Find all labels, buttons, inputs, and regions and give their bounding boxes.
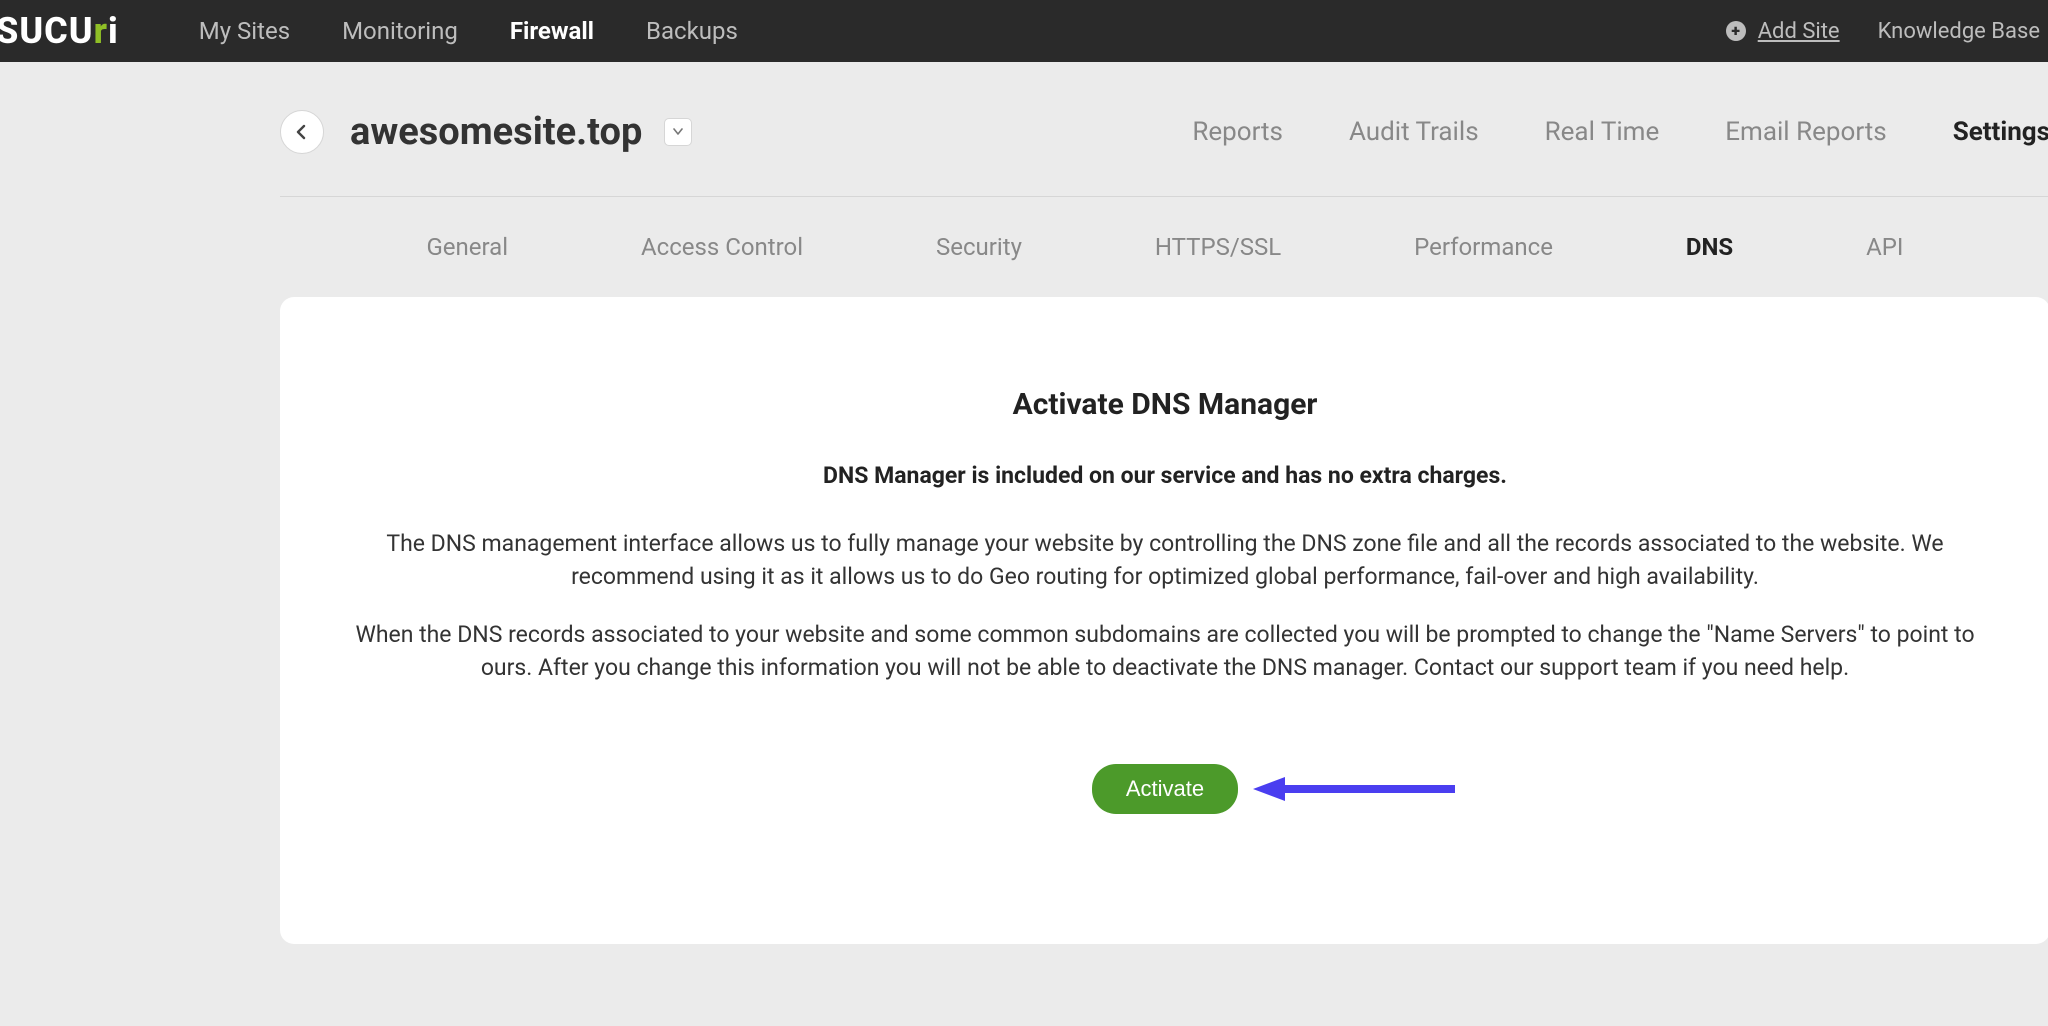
primary-nav: My Sites Monitoring Firewall Backups bbox=[199, 17, 738, 45]
panel-heading: Activate DNS Manager bbox=[340, 387, 1990, 422]
nav-firewall[interactable]: Firewall bbox=[510, 17, 594, 45]
tab-settings[interactable]: Settings bbox=[1953, 117, 2048, 147]
tab-audit-trails[interactable]: Audit Trails bbox=[1349, 117, 1479, 147]
annotation-arrow-icon bbox=[1245, 771, 1465, 807]
brand-logo: SUCUri bbox=[0, 10, 139, 52]
back-button[interactable] bbox=[280, 110, 324, 154]
subtab-security[interactable]: Security bbox=[936, 233, 1022, 261]
plus-icon: + bbox=[1726, 21, 1746, 41]
activate-button[interactable]: Activate bbox=[1092, 764, 1238, 814]
top-right-actions: + Add Site Knowledge Base bbox=[1726, 19, 2048, 44]
brand-text-a: SUCU bbox=[0, 10, 94, 52]
knowledge-base-link[interactable]: Knowledge Base bbox=[1878, 19, 2040, 44]
site-dropdown-trigger[interactable] bbox=[664, 118, 692, 146]
site-domain-title: awesomesite.top bbox=[350, 110, 642, 154]
brand-text-c: i bbox=[108, 10, 119, 52]
view-tabs: Reports Audit Trails Real Time Email Rep… bbox=[1192, 117, 2048, 147]
nav-my-sites[interactable]: My Sites bbox=[199, 17, 290, 45]
tab-email-reports[interactable]: Email Reports bbox=[1725, 117, 1886, 147]
tab-real-time[interactable]: Real Time bbox=[1545, 117, 1660, 147]
add-site-label[interactable]: Add Site bbox=[1758, 19, 1840, 44]
settings-subtabs: General Access Control Security HTTPS/SS… bbox=[280, 197, 2048, 297]
panel-paragraph-1: The DNS management interface allows us t… bbox=[355, 527, 1975, 594]
dns-manager-panel: Activate DNS Manager DNS Manager is incl… bbox=[280, 297, 2048, 944]
subtab-https-ssl[interactable]: HTTPS/SSL bbox=[1155, 233, 1281, 261]
top-navbar: SUCUri My Sites Monitoring Firewall Back… bbox=[0, 0, 2048, 62]
subtab-access-control[interactable]: Access Control bbox=[641, 233, 803, 261]
site-header: awesomesite.top Reports Audit Trails Rea… bbox=[280, 62, 2048, 197]
subtab-general[interactable]: General bbox=[426, 233, 508, 261]
tab-reports[interactable]: Reports bbox=[1192, 117, 1283, 147]
subtab-api[interactable]: API bbox=[1866, 233, 1903, 261]
panel-lead: DNS Manager is included on our service a… bbox=[340, 462, 1990, 489]
brand-text-b: r bbox=[94, 10, 108, 52]
nav-monitoring[interactable]: Monitoring bbox=[342, 17, 458, 45]
arrow-left-icon bbox=[294, 124, 310, 140]
chevron-down-icon bbox=[673, 128, 683, 136]
subtab-dns[interactable]: DNS bbox=[1686, 233, 1733, 261]
subtab-performance[interactable]: Performance bbox=[1414, 233, 1553, 261]
panel-paragraph-2: When the DNS records associated to your … bbox=[355, 618, 1975, 685]
add-site-link[interactable]: + Add Site bbox=[1726, 19, 1840, 44]
nav-backups[interactable]: Backups bbox=[646, 17, 738, 45]
activate-row: Activate bbox=[340, 764, 1990, 814]
